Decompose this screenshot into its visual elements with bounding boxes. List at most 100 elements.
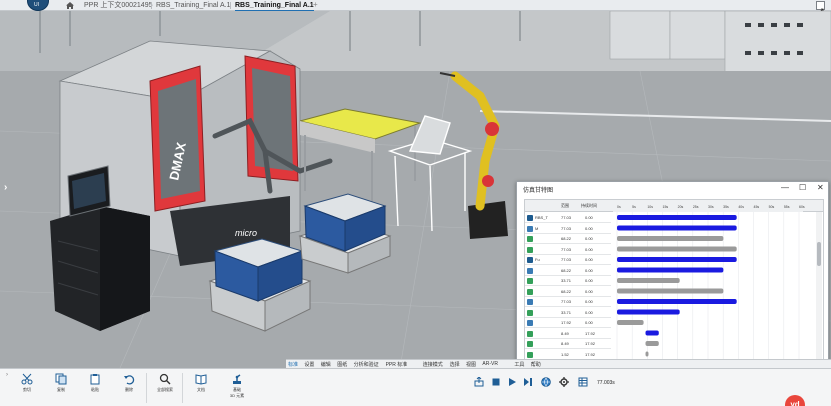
gantt-bar [617,246,737,252]
app-logo[interactable]: UI [27,0,49,11]
gantt-row[interactable]: 1.52 17.92 [525,350,611,360]
timeline-tick-label: 55s [784,205,790,209]
gantt-bar [617,320,644,325]
settings-gear-icon[interactable] [559,377,569,387]
robot-3d-button[interactable]: 基础 3D 元素 [224,373,250,403]
tab-ppr-context[interactable]: PPR 上下文00021495 [84,1,152,10]
ribbon-tab[interactable]: 编辑 [321,361,331,368]
fullscreen-icon[interactable] [816,1,825,15]
play-icon[interactable] [507,377,517,387]
copy-button[interactable]: 复制 [48,373,74,403]
close-button[interactable]: ✕ [817,183,824,192]
gantt-scrollbar[interactable] [816,212,822,362]
operation-name: M [535,225,539,231]
ribbon-tab[interactable]: 视图 [466,361,476,368]
maximize-button[interactable]: ☐ [799,183,806,192]
ribbon-tab[interactable]: PPR 标准 [386,361,408,368]
gantt-table-icon[interactable] [578,377,588,387]
search-all-button[interactable]: 全部搜索 [152,373,178,403]
robot-3d-icon [233,374,241,384]
ribbon-tab[interactable]: 工具 [514,361,524,368]
tab-separator [151,2,152,9]
ribbon-tab[interactable]: 选择 [450,361,460,368]
operation-duration: 17.92 [585,330,596,336]
operation-duration: 17.92 [585,341,596,346]
simulation-globe-icon[interactable] [541,377,551,387]
gantt-row[interactable]: 33.71 0.00 [525,308,611,318]
operation-duration: 0.00 [585,267,593,273]
minimize-button[interactable]: — [781,183,789,192]
tab-rbs-training[interactable]: RBS_Training_Final A.1 [156,1,230,10]
operation-duration: 0.00 [585,320,593,325]
gantt-bar [645,330,659,336]
operation-icon [527,215,533,221]
gantt-row[interactable]: 77.03 0.00 [525,245,611,255]
step-forward-icon[interactable] [523,377,533,387]
command-toolbar: › 剪切 复制 粘贴 删除 全部搜索 文档 基础 3D 元素 77.003s y… [0,368,831,406]
gantt-row[interactable]: 8.49 17.92 [525,339,611,349]
document-button[interactable]: 文档 [188,373,214,403]
gantt-row[interactable]: 68.22 0.00 [525,287,611,297]
gantt-row[interactable]: 68.22 0.00 [525,234,611,244]
operation-icon [527,225,533,232]
gantt-row[interactable]: M 77.03 0.00 [525,224,611,234]
copy-icon [55,373,67,385]
cut-button[interactable]: 剪切 [14,373,40,403]
undo-button[interactable]: 删除 [116,373,142,403]
gantt-bar [645,341,659,346]
toolbar-expand-icon[interactable]: › [6,372,8,378]
ribbon-tab[interactable]: 标准 [288,361,298,368]
undo-label: 删除 [125,387,133,392]
gantt-window-title: 仿真甘特图 [523,188,554,194]
ribbon-tab[interactable]: 连接模式 [423,361,443,368]
operation-start: 33.71 [561,278,572,283]
gantt-grid: 范围 持续时间 RBS_T 77.03 0.00 M 77.03 0.00 68.22 0.0… [524,199,824,365]
gantt-chart-window[interactable]: 仿真甘特图 — ☐ ✕ 范围 持续时间 RBS_T 77.03 0.00 M 77.03… [516,181,829,367]
add-tab-button[interactable]: + [313,0,318,9]
gantt-row[interactable]: 68.22 0.00 [525,266,611,276]
gantt-bar [617,215,737,220]
paste-button[interactable]: 粘贴 [82,373,108,403]
operation-name: Fu [535,257,540,262]
timeline-tick-label: 45s [754,205,760,209]
operation-duration: 0.00 [585,309,593,315]
operation-icon [527,236,533,242]
gantt-row[interactable]: 77.03 0.00 [525,297,611,307]
agv-2 [298,193,392,274]
yd-badge[interactable]: yd [785,395,805,406]
operation-start: 68.22 [561,267,572,273]
scene-nav-left-icon[interactable]: › [4,182,7,193]
ribbon-tab[interactable]: 帮助 [531,361,541,368]
search-all-label: 全部搜索 [157,387,173,392]
stop-icon[interactable] [491,377,501,387]
share-icon[interactable] [474,377,484,387]
tab-bar: UI PPR 上下文00021495 RBS_Training_Final A.… [0,0,831,15]
operation-start: 68.22 [561,288,572,294]
ribbon-tab[interactable]: 图纸 [337,361,347,368]
logo-text: UI [34,2,39,8]
tab-rbs-training-active[interactable]: RBS_Training_Final A.1 [235,1,314,11]
gantt-row[interactable]: Fu 77.03 0.00 [525,255,611,265]
ribbon-tab[interactable]: 分析和验证 [354,361,379,368]
gantt-row[interactable]: 33.71 0.00 [525,276,611,286]
gantt-timeline: 0s 5s 10s 15s 20s 25s 30s 35s 40s 45s 50s 55s 60s [613,200,805,364]
gantt-bar [645,351,649,357]
home-icon[interactable] [66,2,74,9]
scissors-icon [21,373,33,385]
operation-icon [527,341,533,347]
gantt-bar [617,267,724,273]
ribbon-tab[interactable]: AR-VR [482,361,498,367]
paste-icon [90,374,100,385]
gantt-row[interactable]: RBS_T 77.03 0.00 [525,213,611,223]
magnifier-icon [159,373,171,385]
operation-duration: 0.00 [585,257,593,262]
gantt-row[interactable]: 8.49 17.92 [525,329,611,339]
timeline-tick-label: 20s [678,205,684,209]
timeline-tick-label: 10s [647,205,653,209]
operation-start: 68.22 [561,236,572,241]
operation-start: 8.49 [561,341,569,346]
ribbon-tab[interactable]: 设置 [304,361,314,368]
gantt-row[interactable]: 17.92 0.00 [525,318,611,328]
scrollbar-thumb[interactable] [817,242,821,266]
paste-label: 粘贴 [91,387,99,392]
